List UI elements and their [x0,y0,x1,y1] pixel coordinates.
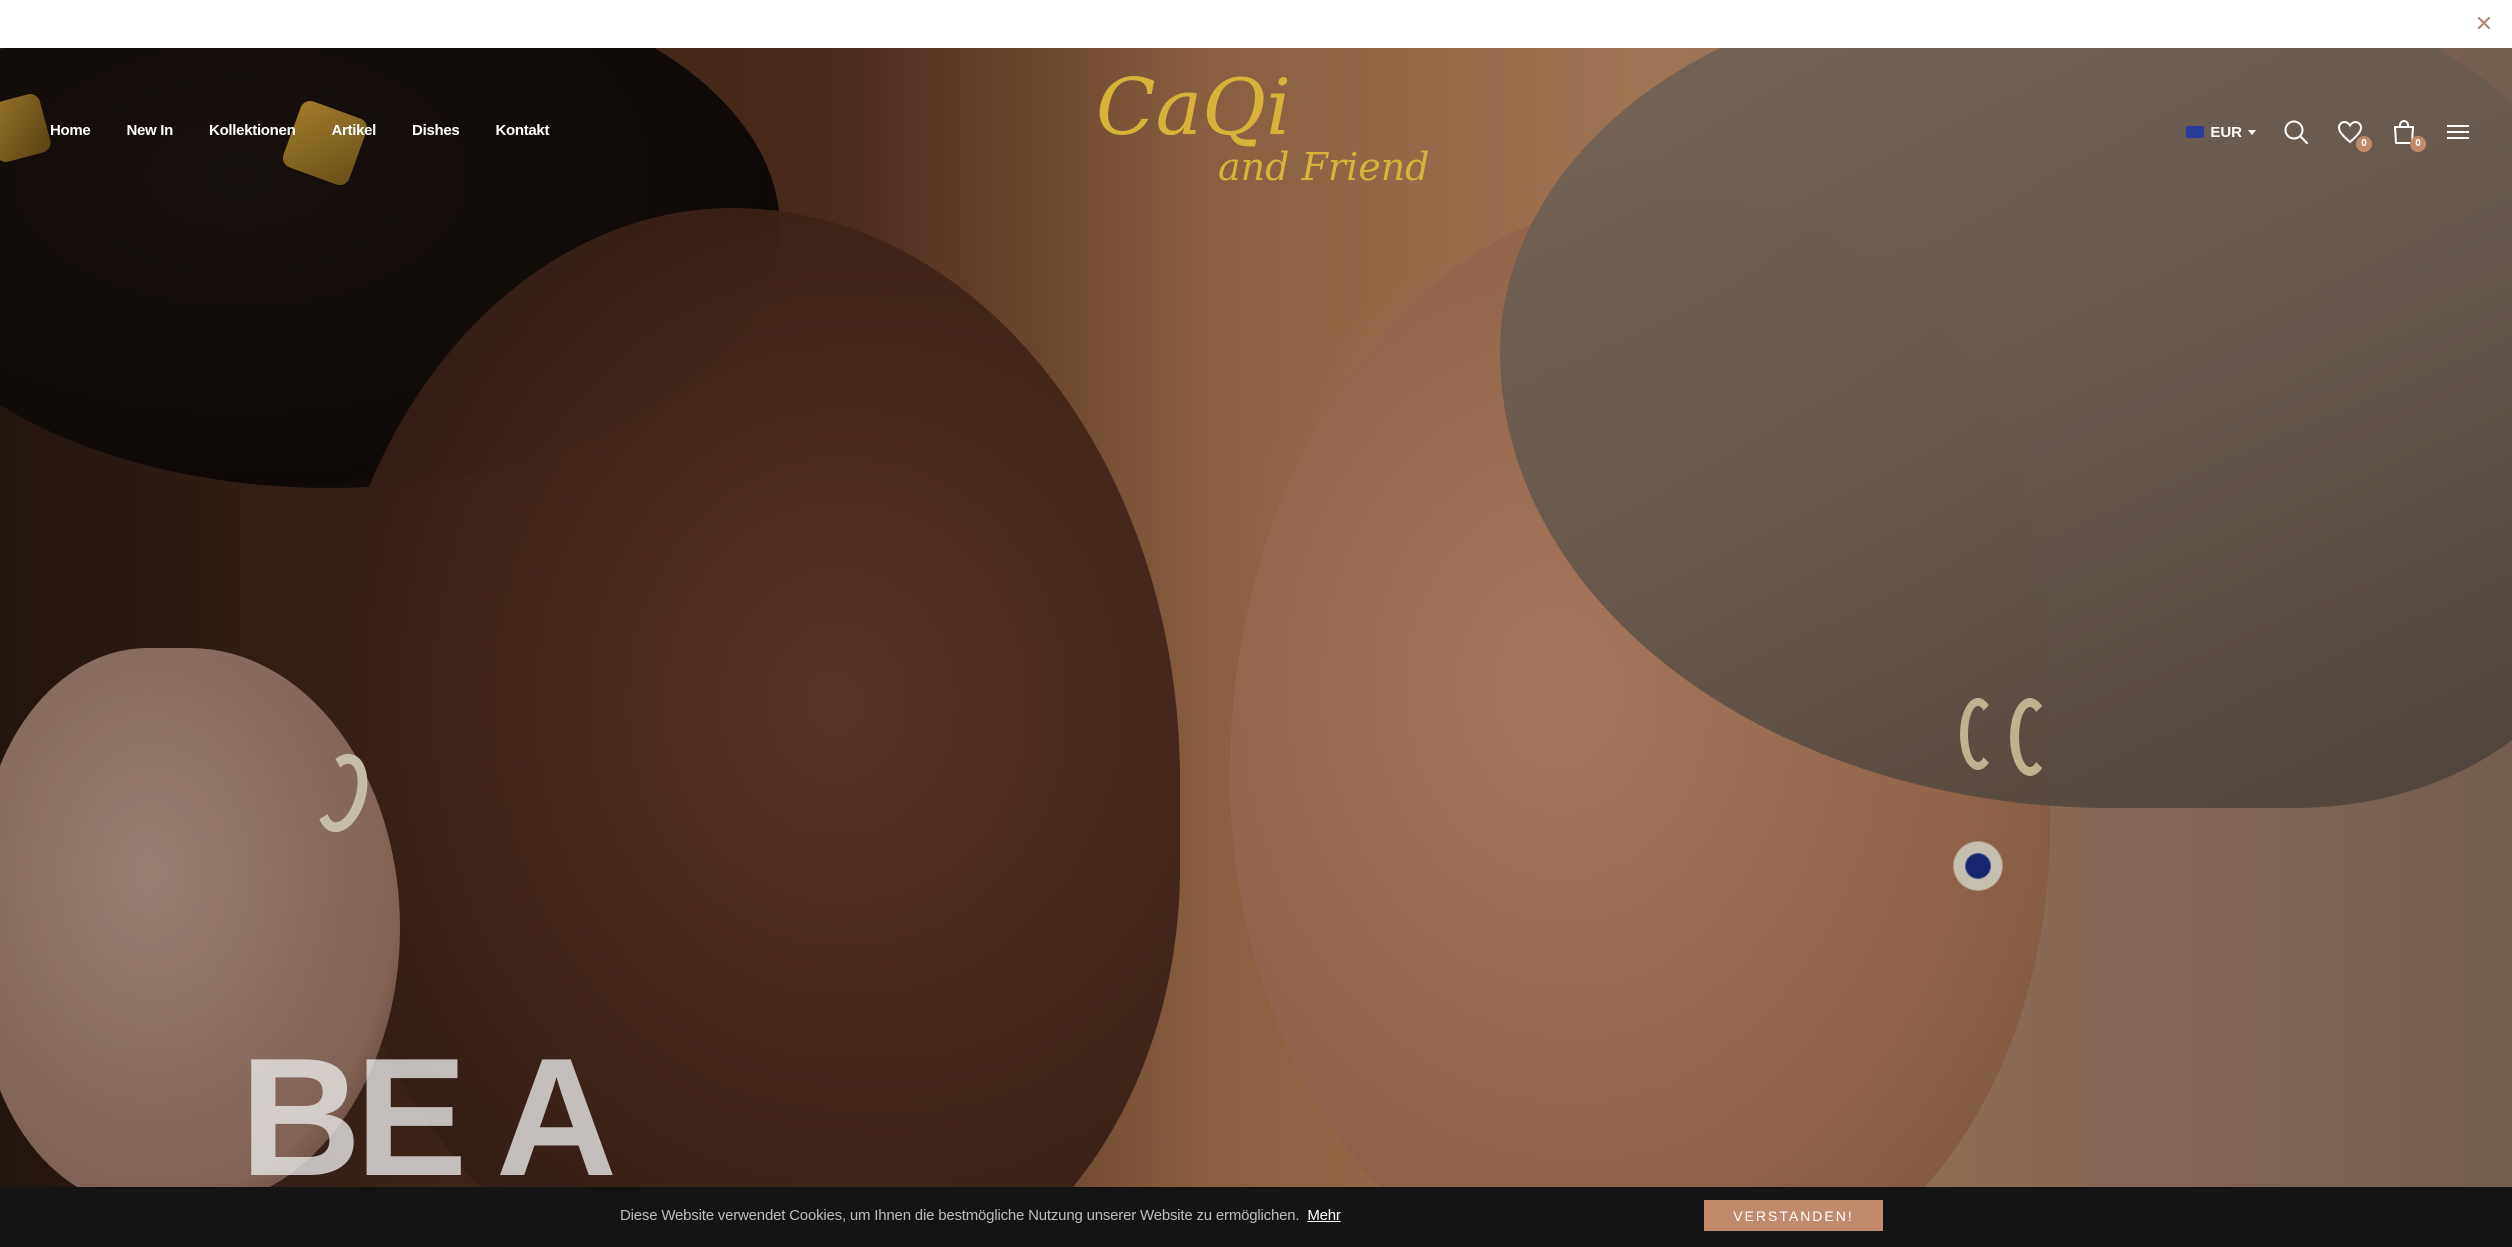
header-actions: EUR 0 0 [2186,118,2472,152]
logo-graphic: CaQi and Friends [1096,63,1449,189]
close-icon[interactable]: ✕ [2466,6,2502,42]
hero-headline: BE A [240,1023,617,1187]
logo-line1: CaQi [1096,63,1291,153]
nav-item-kollektionen[interactable]: Kollektionen [209,122,296,139]
cookie-banner: Diese Website verwendet Cookies, um Ihne… [0,1187,2512,1247]
currency-label: EUR [2210,123,2242,141]
hero-overlay [0,48,2512,1187]
nav-item-kontakt[interactable]: Kontakt [495,122,549,139]
hero-banner: BE A [0,48,2512,1187]
search-icon[interactable] [2282,118,2310,146]
announcement-bar: ✕ [0,0,2512,48]
main-nav: Home New In Kollektionen Artikel Dishes … [50,122,585,139]
cookie-accept-button[interactable]: VERSTANDEN! [1704,1200,1883,1231]
eu-flag-icon [2186,126,2205,138]
currency-selector[interactable]: EUR [2186,124,2256,141]
nav-item-dishes[interactable]: Dishes [412,122,460,139]
bag-icon[interactable]: 0 [2390,118,2426,152]
heart-icon[interactable]: 0 [2336,118,2372,152]
nav-item-new-in[interactable]: New In [126,122,173,139]
wishlist-count-badge: 0 [2356,136,2372,152]
logo-line2: and Friends [1218,145,1428,189]
nav-item-artikel[interactable]: Artikel [331,122,376,139]
cookie-text: Diese Website verwendet Cookies, um Ihne… [620,1207,1300,1224]
hamburger-icon[interactable] [2444,118,2472,146]
chevron-down-icon [2248,129,2256,135]
cart-count-badge: 0 [2410,136,2426,152]
cookie-more-link[interactable]: Mehr [1307,1207,1341,1224]
site-logo[interactable]: CaQi and Friends [1088,62,1449,197]
nav-item-home[interactable]: Home [50,122,91,139]
cookie-message: Diese Website verwendet Cookies, um Ihne… [620,1207,1341,1224]
